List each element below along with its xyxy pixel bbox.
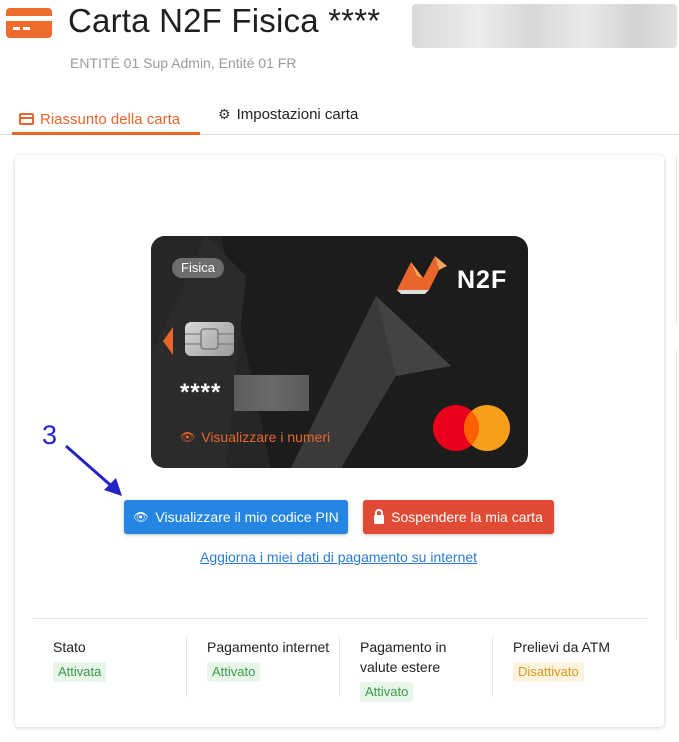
entity-subtitle: ENTITÉ 01 Sup Admin, Entité 01 FR <box>70 55 297 71</box>
status-item-state: Stato Attivata <box>53 637 107 682</box>
card-detail-page: Carta N2F Fisica **** ENTITÉ 01 Sup Admi… <box>0 0 679 742</box>
payment-card-visual: Fisica N2F **** 👁 Visualizzare i numeri <box>151 236 528 468</box>
gears-icon: ⚙ <box>218 106 231 122</box>
status-item-internet-payment: Pagamento internet Attivato <box>207 637 329 682</box>
status-label: Pagamento internet <box>207 639 330 655</box>
step-annotation-number: 3 <box>42 420 58 450</box>
page-title: Carta N2F Fisica **** <box>68 2 381 39</box>
status-item-foreign-currency: Pagamento in valute estere Attivato <box>360 637 480 702</box>
eye-icon: 👁 <box>180 430 196 444</box>
status-badge: Attivato <box>207 662 261 682</box>
status-label: Pagamento in valute estere <box>360 639 447 675</box>
tab-card-summary-label: Riassunto della carta <box>40 110 181 128</box>
status-badge: Attivata <box>53 662 107 682</box>
card-type-badge: Fisica <box>172 258 224 278</box>
column-divider <box>186 637 187 697</box>
tab-bar: Riassunto della carta ⚙ Impostazioni car… <box>0 98 679 135</box>
redacted-card-number <box>412 4 677 48</box>
column-divider <box>492 637 493 697</box>
credit-card-icon <box>6 8 52 38</box>
status-badge: Attivato <box>360 682 414 702</box>
view-pin-button[interactable]: 👁 Visualizzare il mio codice PIN <box>124 500 348 534</box>
redacted-digits <box>234 375 309 411</box>
chevron-left-icon <box>163 327 173 355</box>
card-brand-text: N2F <box>457 266 508 294</box>
annotation-arrow-icon <box>65 444 122 496</box>
eye-icon: 👁 <box>133 510 149 524</box>
section-divider <box>33 618 647 619</box>
masked-card-number: **** <box>180 379 222 406</box>
status-label: Prelievi da ATM <box>513 639 610 655</box>
show-numbers-label: Visualizzare i numeri <box>201 429 331 445</box>
chip-icon <box>185 322 234 356</box>
tab-card-settings-label: Impostazioni carta <box>236 106 359 123</box>
lock-icon <box>374 508 385 524</box>
show-numbers-link[interactable]: 👁 Visualizzare i numeri <box>180 429 330 445</box>
status-label: Stato <box>53 639 86 655</box>
credit-card-icon <box>19 113 34 125</box>
status-item-atm-withdrawals: Prelievi da ATM Disattivato <box>513 637 610 682</box>
view-pin-label: Visualizzare il mio codice PIN <box>155 509 339 525</box>
column-divider <box>339 637 340 697</box>
status-badge: Disattivato <box>513 662 584 682</box>
mastercard-logo-icon <box>433 405 510 451</box>
update-payment-details-link[interactable]: Aggiorna i miei dati di pagamento su int… <box>200 549 477 565</box>
tab-card-settings[interactable]: ⚙ Impostazioni carta <box>218 106 358 123</box>
tab-card-summary[interactable]: Riassunto della carta <box>12 106 200 135</box>
suspend-card-label: Sospendere la mia carta <box>391 509 543 525</box>
suspend-card-button[interactable]: Sospendere la mia carta <box>363 500 554 534</box>
